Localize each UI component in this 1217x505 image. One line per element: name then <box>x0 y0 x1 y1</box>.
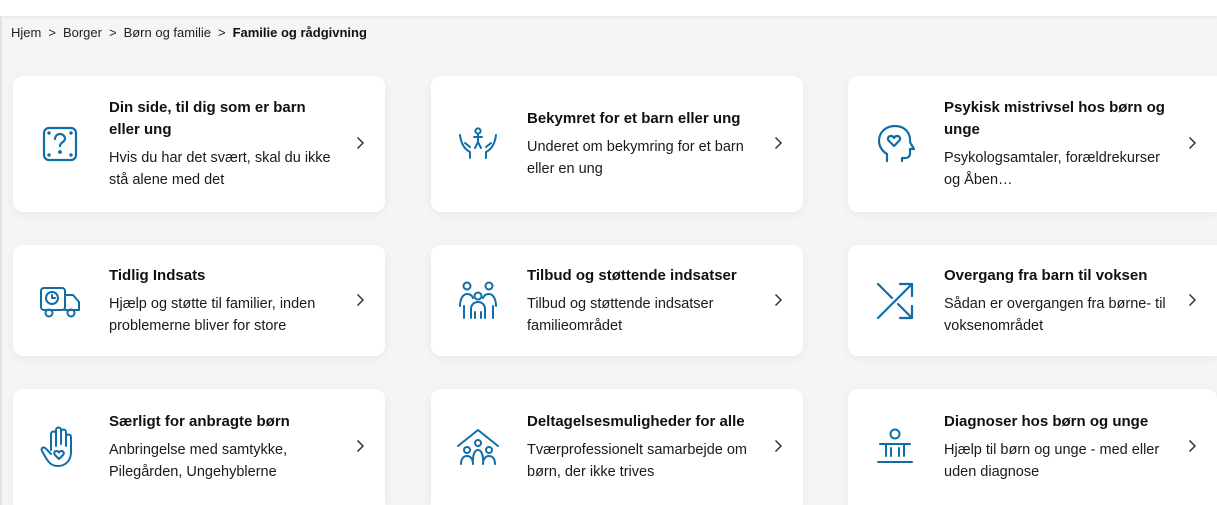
person-diagnosis-icon <box>872 424 918 470</box>
card-tidlig-indsats[interactable]: Tidlig Indsats Hjælp og støtte til famil… <box>13 245 385 356</box>
card-description: Hjælp og støtte til familier, inden prob… <box>109 295 316 334</box>
chevron-right-icon <box>353 439 367 453</box>
card-description: Tværprofessionelt samarbejde om børn, de… <box>527 442 748 480</box>
card-deltagelsesmuligheder[interactable]: Deltagelsesmuligheder for alle Tværprofe… <box>431 389 803 505</box>
card-title: Tilbud og støttende indsatser <box>527 266 737 284</box>
breadcrumb-home[interactable]: Hjem <box>11 25 41 40</box>
breadcrumb-separator: > <box>48 25 56 40</box>
family-group-icon <box>455 278 501 324</box>
hand-heart-icon <box>37 424 83 470</box>
top-bar <box>0 0 1217 16</box>
chevron-right-icon <box>353 293 367 307</box>
card-description: Tilbud og støttende indsatser familieomr… <box>527 295 714 334</box>
card-anbragte-boern[interactable]: Særligt for anbragte børn Anbringelse me… <box>13 389 385 505</box>
card-title: Diagnoser hos børn og unge <box>944 413 1149 430</box>
card-description: Hjælp til børn og unge - med eller uden … <box>944 442 1160 480</box>
card-title: Deltagelsesmuligheder for alle <box>527 413 745 430</box>
card-title: Overgang fra barn til voksen <box>944 266 1148 284</box>
child-in-hands-icon <box>455 121 501 167</box>
card-description: Underet om bekymring for et barn eller e… <box>527 139 744 177</box>
card-bekymret[interactable]: Bekymret for et barn eller ung Underet o… <box>431 76 803 212</box>
card-tilbud[interactable]: Tilbud og støttende indsatser Tilbud og … <box>431 245 803 356</box>
chevron-right-icon <box>771 136 785 150</box>
card-title: Tidlig Indsats <box>109 266 206 284</box>
left-border <box>0 16 2 505</box>
card-din-side[interactable]: Din side, til dig som er barn eller ung … <box>13 76 385 212</box>
breadcrumb-boern-og-familie[interactable]: Børn og familie <box>124 25 211 40</box>
chevron-right-icon <box>1185 293 1199 307</box>
breadcrumb-separator: > <box>108 25 117 40</box>
breadcrumb: Hjem > Borger > Børn og familie > Familie og r… <box>11 25 367 41</box>
house-people-icon <box>455 424 501 470</box>
chevron-right-icon <box>353 136 367 150</box>
card-description: Sådan er overgangen fra børne- til vokse… <box>944 295 1166 334</box>
breadcrumb-current: Familie og rådgivning <box>232 25 367 40</box>
card-title: Psykisk mistrivsel hos børn og unge <box>944 99 1165 138</box>
chevron-right-icon <box>1185 136 1199 150</box>
chevron-right-icon <box>771 293 785 307</box>
card-description: Anbringelse med samtykke, Pilegården, Un… <box>109 442 288 480</box>
card-psykisk-mistrivsel[interactable]: Psykisk mistrivsel hos børn og unge Psyk… <box>848 76 1217 212</box>
card-description: Psykologsamtaler, forældrekurser og Åben… <box>944 150 1160 188</box>
question-box-icon <box>37 121 83 167</box>
card-title: Særligt for anbragte børn <box>109 413 290 430</box>
chevron-right-icon <box>1185 439 1199 453</box>
crossing-arrows-icon <box>872 278 918 324</box>
card-title: Din side, til dig som er barn eller ung <box>109 99 306 138</box>
breadcrumb-separator: > <box>217 25 226 40</box>
card-overgang[interactable]: Overgang fra barn til voksen Sådan er ov… <box>848 245 1217 356</box>
breadcrumb-borger[interactable]: Borger <box>63 25 102 40</box>
card-title: Bekymret for et barn eller ung <box>527 110 741 127</box>
card-diagnoser[interactable]: Diagnoser hos børn og unge Hjælp til bør… <box>848 389 1217 505</box>
head-heart-icon <box>872 121 918 167</box>
card-description: Hvis du har det svært, skal du ikke stå … <box>109 150 331 188</box>
chevron-right-icon <box>771 439 785 453</box>
delivery-truck-clock-icon <box>37 278 83 324</box>
